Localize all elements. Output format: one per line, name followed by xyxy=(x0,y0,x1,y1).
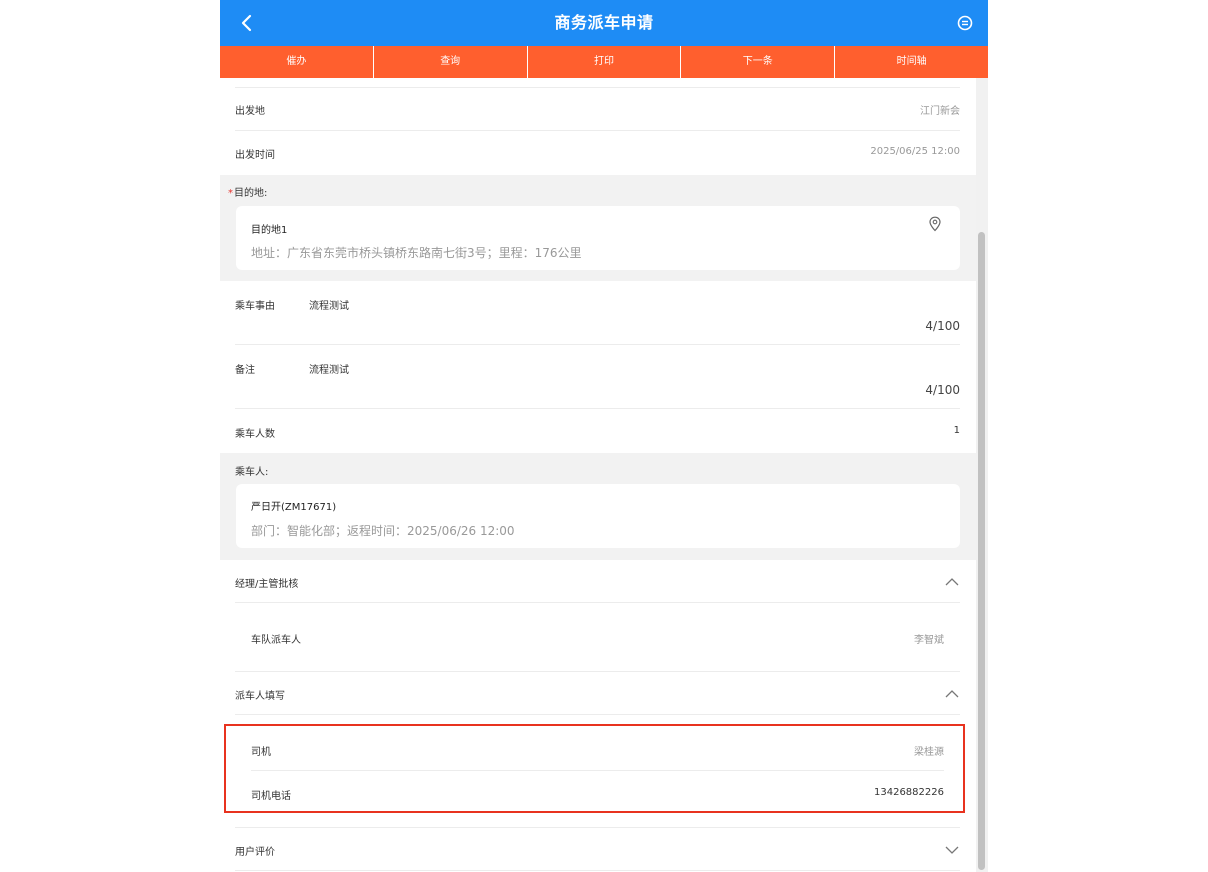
remark-count: 4/100 xyxy=(925,383,960,397)
destination-name: 目的地1 xyxy=(251,225,288,236)
reason-text[interactable]: 流程测试 xyxy=(309,297,349,312)
required-mark: * xyxy=(228,188,233,199)
remark-row[interactable]: 备注 流程测试 4/100 xyxy=(235,361,960,401)
destination-title: *目的地: xyxy=(228,188,268,199)
divider xyxy=(235,714,960,715)
manager-section-title: 经理/主管批核 xyxy=(235,579,299,590)
rating-section-title: 用户评价 xyxy=(235,847,275,858)
reason-count: 4/100 xyxy=(925,319,960,333)
divider xyxy=(235,344,960,345)
destination-detail: 地址：广东省东莞市桥头镇桥东路南七街3号；里程：176公里 xyxy=(251,246,582,260)
divider xyxy=(235,671,960,672)
passengers-section: 乘车人: 严日开(ZM17671) 部门：智能化部；返程时间：2025/06/2… xyxy=(220,453,976,560)
reason-label: 乘车事由 xyxy=(235,301,275,312)
passenger-count-value: 1 xyxy=(953,425,960,436)
query-button[interactable]: 查询 xyxy=(374,46,528,78)
form-content: 出发地 江门新会 出发时间 2025/06/25 12:00 *目的地: 目的地… xyxy=(220,78,976,872)
departure-value: 江门新会 xyxy=(920,106,960,117)
passenger-detail: 部门：智能化部；返程时间：2025/06/26 12:00 xyxy=(251,524,515,538)
divider xyxy=(235,408,960,409)
divider xyxy=(235,130,960,131)
header-bar: 商务派车申请 xyxy=(220,0,988,46)
destination-section: *目的地: 目的地1 地址：广东省东莞市桥头镇桥东路南七街3号；里程：176公里 xyxy=(220,175,976,281)
scrollbar[interactable] xyxy=(976,78,988,872)
timeline-button[interactable]: 时间轴 xyxy=(835,46,988,78)
location-pin-icon[interactable] xyxy=(928,216,942,232)
passenger-count-label: 乘车人数 xyxy=(235,429,275,440)
chevron-up-icon[interactable] xyxy=(944,577,960,587)
divider xyxy=(235,602,960,603)
scrollbar-thumb[interactable] xyxy=(978,232,985,870)
more-button[interactable] xyxy=(956,14,974,32)
passenger-card[interactable]: 严日开(ZM17671) 部门：智能化部；返程时间：2025/06/26 12:… xyxy=(236,484,960,548)
chevron-up-icon[interactable] xyxy=(944,689,960,699)
divider xyxy=(235,870,960,871)
reason-row[interactable]: 乘车事由 流程测试 4/100 xyxy=(235,297,960,337)
highlight-box xyxy=(224,724,965,813)
urge-button[interactable]: 催办 xyxy=(220,46,374,78)
passenger-name: 严日开(ZM17671) xyxy=(251,502,337,513)
dispatcher-section-title: 派车人填写 xyxy=(235,691,285,702)
dispatcher-label: 车队派车人 xyxy=(251,635,301,646)
next-button[interactable]: 下一条 xyxy=(681,46,836,78)
divider xyxy=(235,827,960,828)
dispatcher-value: 李智斌 xyxy=(914,635,944,646)
departure-time-value: 2025/06/25 12:00 xyxy=(870,146,960,157)
print-button[interactable]: 打印 xyxy=(528,46,682,78)
chat-icon xyxy=(957,15,973,31)
chevron-down-icon[interactable] xyxy=(944,845,960,855)
departure-time-label: 出发时间 xyxy=(235,150,275,161)
destination-card[interactable]: 目的地1 地址：广东省东莞市桥头镇桥东路南七街3号；里程：176公里 xyxy=(236,206,960,270)
departure-label: 出发地 xyxy=(235,106,265,117)
action-bar: 催办 查询 打印 下一条 时间轴 xyxy=(220,46,988,78)
divider xyxy=(235,87,960,88)
remark-text[interactable]: 流程测试 xyxy=(309,361,349,376)
page-title: 商务派车申请 xyxy=(554,13,654,32)
passengers-title: 乘车人: xyxy=(235,467,269,478)
remark-label: 备注 xyxy=(235,365,255,376)
app-frame: 商务派车申请 催办 查询 打印 下一条 时间轴 出发地 江门新会 出发时间 20… xyxy=(220,0,988,872)
